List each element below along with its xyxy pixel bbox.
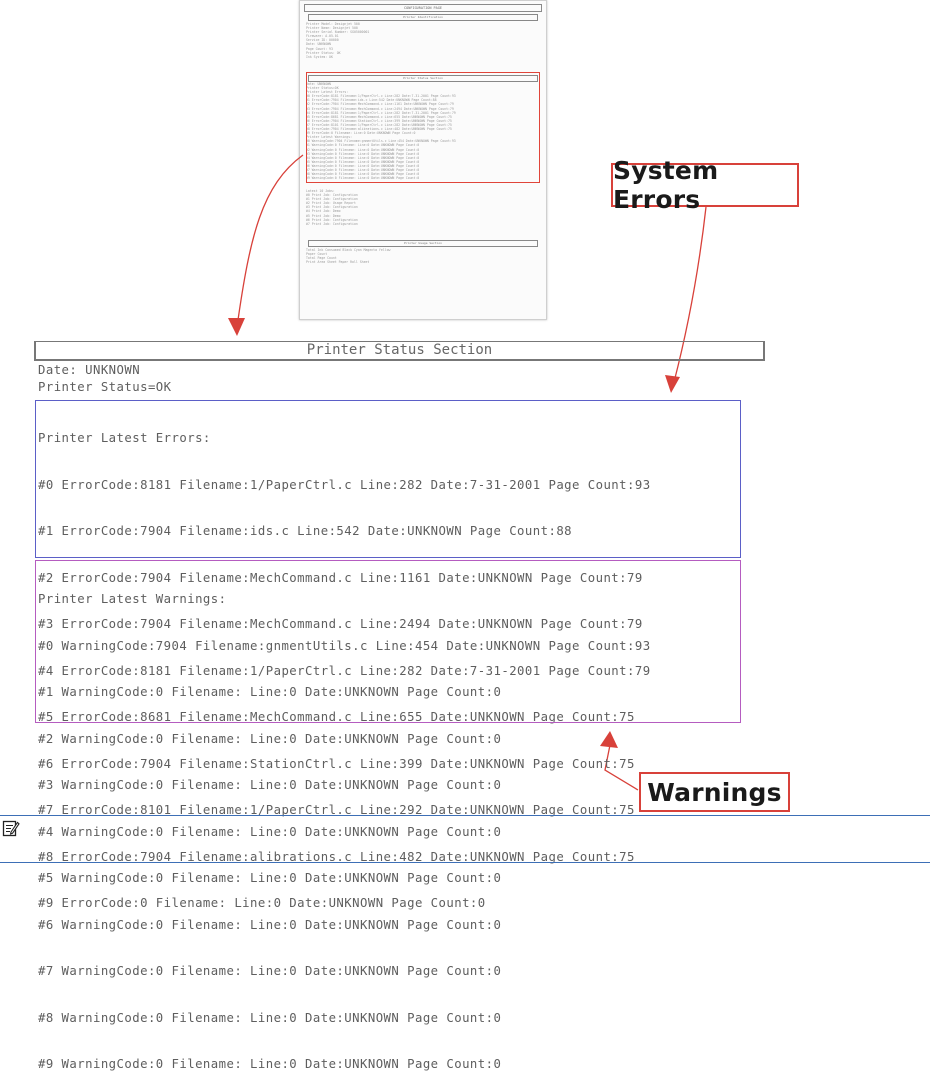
warning-row: #1 WarningCode:0 Filename: Line:0 Date:U… (38, 685, 502, 699)
errors-header: Printer Latest Errors: (38, 431, 211, 445)
warning-row: #8 WarningCode:0 Filename: Line:0 Date:U… (38, 1010, 502, 1025)
date-line: Date: UNKNOWN (38, 363, 141, 377)
arrowhead-thumbnail (228, 318, 245, 336)
warnings-callout: Warnings (639, 772, 790, 812)
arrow-thumbnail-to-section (236, 154, 304, 328)
warning-row: #5 WarningCode:0 Filename: Line:0 Date:U… (38, 871, 502, 885)
error-row: #1 ErrorCode:7904 Filename:ids.c Line:54… (38, 524, 573, 538)
arrowhead-system-errors (665, 375, 680, 393)
thumbnail-usage-lines: Total Ink Consumed Black Cyan Magenta Ye… (306, 248, 540, 264)
thumbnail-usage-header: Printer Usage Section (308, 240, 538, 247)
warning-row: #9 WarningCode:0 Filename: Line:0 Date:U… (38, 1057, 502, 1071)
thumbnail-line: Print Area Sheet Paper Roll Sheet (306, 260, 370, 265)
thumbnail-title: CONFIGURATION PAGE (304, 4, 542, 12)
warning-row: #0 WarningCode:7904 Filename:gnmentUtils… (38, 638, 651, 653)
error-row: #0 ErrorCode:8181 Filename:1/PaperCtrl.c… (38, 477, 651, 492)
thumbnail-latest-lines: Latest 10 Jobs: #0 Print Job: Configurat… (306, 189, 540, 226)
printer-status-line: Printer Status=OK (38, 380, 172, 394)
thumbnail-identification-lines: Printer Model: Designjet 500 Printer Nam… (306, 22, 540, 59)
note-icon (2, 820, 20, 837)
warning-row: #7 WarningCode:0 Filename: Line:0 Date:U… (38, 964, 502, 978)
warning-row: #4 WarningCode:0 Filename: Line:0 Date:U… (38, 824, 502, 839)
warnings-header: Printer Latest Warnings: (38, 592, 227, 606)
system-errors-callout: System Errors (611, 156, 799, 214)
thumbnail-highlight-box (306, 72, 540, 183)
warning-row: #6 WarningCode:0 Filename: Line:0 Date:U… (38, 917, 502, 932)
thumbnail-line: Ink System: OK (306, 54, 333, 59)
warnings-list: Printer Latest Warnings: #0 WarningCode:… (38, 561, 651, 1088)
configuration-page-thumbnail: CONFIGURATION PAGE Printer Identificatio… (299, 0, 547, 320)
note-rule-top (0, 815, 930, 816)
note-rule-bottom (0, 862, 930, 863)
thumbnail-line: #7 Print Job: Configuration (306, 221, 358, 226)
warning-row: #2 WarningCode:0 Filename: Line:0 Date:U… (38, 731, 502, 746)
thumbnail-identification-header: Printer Identification (308, 14, 538, 21)
warning-row: #3 WarningCode:0 Filename: Line:0 Date:U… (38, 778, 502, 792)
status-section-title: Printer Status Section (34, 341, 765, 361)
